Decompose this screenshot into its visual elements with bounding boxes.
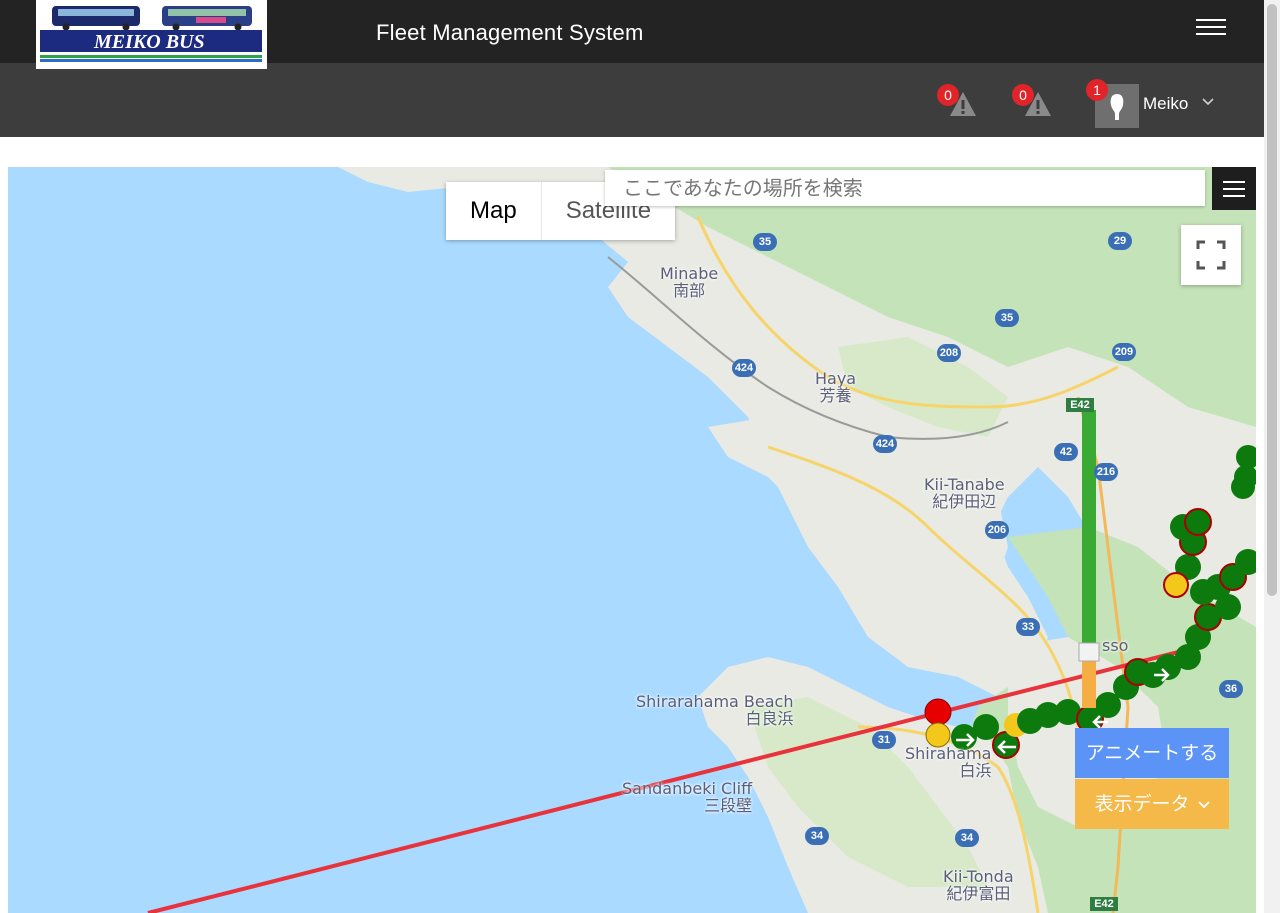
route-shield: 216 <box>1094 463 1118 481</box>
route-shield: 33 <box>1016 618 1040 636</box>
route-shield: 35 <box>753 233 777 251</box>
route-shield: 36 <box>1219 680 1243 698</box>
route-shield: 208 <box>937 344 961 362</box>
chevron-down-icon <box>1197 801 1210 809</box>
place-label-haya: Haya 芳養 <box>815 369 857 405</box>
user-name[interactable]: Meiko <box>1143 94 1188 114</box>
place-label-shirarahama-beach: Shirarahama Beach 白良浜 <box>636 692 794 728</box>
route-shield: 34 <box>805 827 829 845</box>
route-shield: 34 <box>955 829 979 847</box>
place-label-kii-tanabe: Kii-Tanabe 紀伊田辺 <box>924 475 1005 511</box>
place-label-kii-tonda: Kii-Tonda 紀伊富田 <box>943 867 1014 903</box>
expressway-shield: E42 <box>1066 398 1094 412</box>
route-shield: 209 <box>1112 343 1136 361</box>
animate-button[interactable]: アニメートする <box>1075 728 1229 778</box>
place-label-shirahama: Shirahama 白浜 <box>905 744 992 780</box>
route-shield: 29 <box>1108 232 1132 250</box>
route-shield: 42 <box>1054 443 1078 461</box>
alert-button-2[interactable]: 0 <box>1012 84 1056 122</box>
fullscreen-button[interactable] <box>1181 225 1241 285</box>
location-search-input[interactable] <box>605 170 1205 206</box>
place-label-asso: sso <box>1102 636 1129 655</box>
meiko-bus-logo[interactable]: MEIKO BUS <box>36 0 267 69</box>
route-shield: 31 <box>872 731 896 749</box>
user-avatar[interactable]: 1 <box>1086 79 1139 128</box>
place-label-minabe: Minabe 南部 <box>660 264 719 300</box>
route-shield: 206 <box>985 521 1009 539</box>
expressway-shield: E42 <box>1090 897 1118 911</box>
timeline-slider-track[interactable] <box>1082 410 1096 648</box>
chevron-down-icon[interactable] <box>1201 95 1215 109</box>
alert-count-badge: 0 <box>1012 84 1034 106</box>
alert-count-badge: 0 <box>937 84 959 106</box>
main-menu-button[interactable] <box>1196 14 1226 38</box>
display-data-label: 表示データ <box>1094 793 1190 815</box>
map-type-map-button[interactable]: Map <box>446 182 542 240</box>
app-title: Fleet Management System <box>376 20 644 45</box>
alert-button-1[interactable]: 0 <box>937 84 981 122</box>
logo-text: MEIKO BUS <box>94 31 205 53</box>
notification-count-badge: 1 <box>1086 79 1108 101</box>
route-shield: 35 <box>995 309 1019 327</box>
fullscreen-icon <box>1196 240 1226 270</box>
route-shield: 424 <box>732 359 756 377</box>
place-label-sandanbeki-cliff: Sandanbeki Cliff 三段壁 <box>622 779 753 815</box>
display-data-button[interactable]: 表示データ <box>1075 779 1229 829</box>
page-scrollbar-thumb[interactable] <box>1267 4 1277 596</box>
map-menu-button[interactable] <box>1212 167 1256 210</box>
toolbar <box>0 63 1264 137</box>
route-shield: 424 <box>873 435 897 453</box>
